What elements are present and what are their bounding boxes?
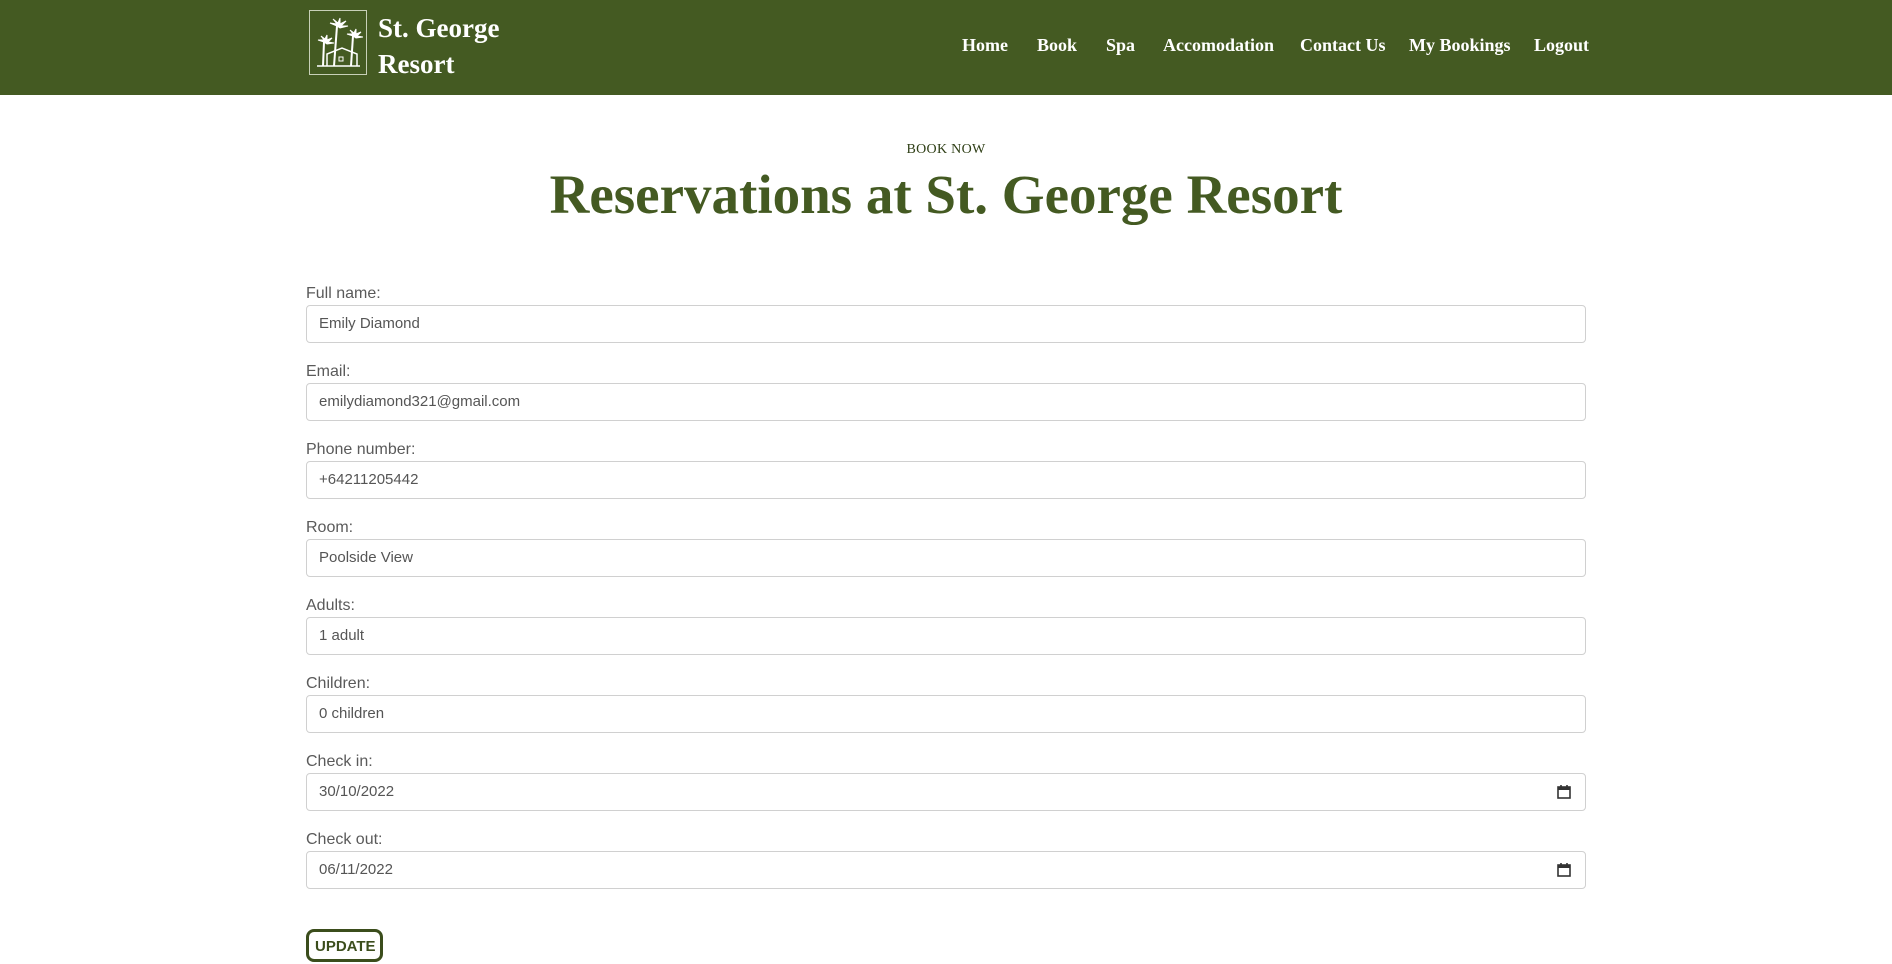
check-out-value: 06/11/2022 xyxy=(319,861,393,878)
nav-book[interactable]: Book xyxy=(1037,34,1077,56)
top-navbar: St. George Resort Home Book Spa Accomoda… xyxy=(0,0,1892,95)
email-field[interactable]: emilydiamond321@gmail.com xyxy=(306,383,1586,421)
check-out-label: Check out: xyxy=(306,831,383,848)
calendar-icon[interactable] xyxy=(1557,785,1571,799)
nav-spa[interactable]: Spa xyxy=(1106,34,1135,56)
nav-accomodation[interactable]: Accomodation xyxy=(1163,34,1274,56)
adults-label: Adults: xyxy=(306,597,355,614)
room-label: Room: xyxy=(306,519,354,536)
main-nav: Home Book Spa Accomodation Contact Us My… xyxy=(0,0,1892,95)
nav-home[interactable]: Home xyxy=(962,34,1008,56)
calendar-icon[interactable] xyxy=(1557,863,1571,877)
children-label: Children: xyxy=(306,675,371,692)
children-field[interactable]: 0 children xyxy=(306,695,1586,733)
check-in-value: 30/10/2022 xyxy=(319,783,395,800)
check-in-label: Check in: xyxy=(306,753,373,770)
phone-label: Phone number: xyxy=(306,441,416,458)
check-out-field[interactable]: 06/11/2022 xyxy=(306,851,1586,889)
phone-field[interactable]: +64211205442 xyxy=(306,461,1586,499)
update-button[interactable]: UPDATE xyxy=(306,929,383,962)
check-in-field[interactable]: 30/10/2022 xyxy=(306,773,1586,811)
nav-logout[interactable]: Logout xyxy=(1534,34,1589,56)
room-field[interactable]: Poolside View xyxy=(306,539,1586,577)
full-name-field[interactable]: Emily Diamond xyxy=(306,305,1586,343)
nav-contact-us[interactable]: Contact Us xyxy=(1300,34,1386,56)
full-name-label: Full name: xyxy=(306,285,381,302)
eyebrow-text: BOOK NOW xyxy=(906,142,986,157)
adults-field[interactable]: 1 adult xyxy=(306,617,1586,655)
page-title: Reservations at St. George Resort xyxy=(549,164,1343,225)
email-label: Email: xyxy=(306,363,351,380)
nav-my-bookings[interactable]: My Bookings xyxy=(1409,34,1511,56)
